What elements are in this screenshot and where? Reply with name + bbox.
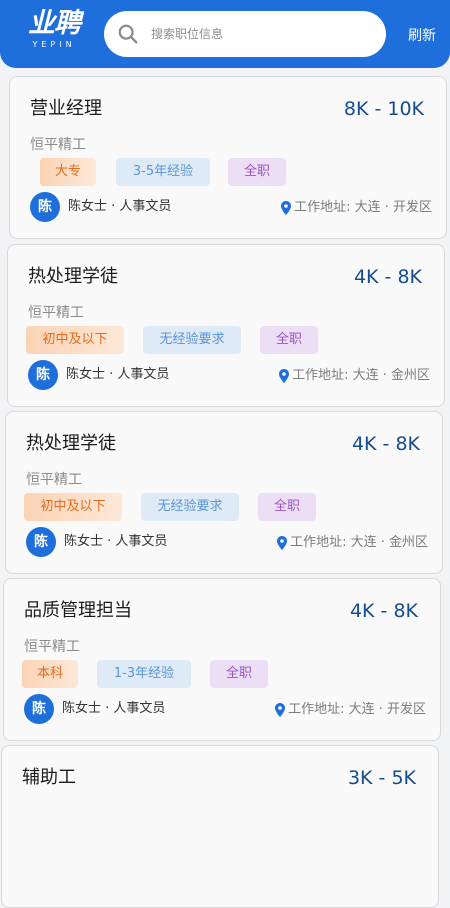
avatar: 陈 (30, 192, 60, 222)
location-pin-icon (275, 703, 286, 717)
recruiter-info: 陈 陈女士 · 人事文员 (28, 360, 169, 390)
job-card[interactable]: 辅助工 3K - 5K (1, 745, 439, 908)
avatar: 陈 (24, 694, 54, 724)
company-name: 恒平精工 (30, 137, 86, 153)
recruiter-info: 陈 陈女士 · 人事文员 (30, 192, 171, 222)
job-card[interactable]: 品质管理担当 4K - 8K 恒平精工本科 1-3年经验 全职 陈 陈女士 · 人事文员… (3, 578, 441, 741)
refresh-button[interactable]: 刷新 (400, 26, 444, 46)
job-title: 辅助工 (22, 767, 76, 788)
job-location: 工作地址: 大连 · 开发区 (275, 700, 426, 720)
job-title: 热处理学徒 (28, 266, 118, 287)
avatar: 陈 (28, 360, 58, 390)
job-salary: 3K - 5K (347, 767, 416, 789)
company-name: 恒平精工 (24, 639, 80, 655)
job-location: 工作地址: 大连 · 金州区 (277, 533, 428, 553)
recruiter-info: 陈 陈女士 · 人事文员 (24, 694, 165, 724)
location-text: 工作地址: 大连 · 开发区 (294, 200, 432, 215)
avatar: 陈 (26, 527, 56, 557)
experience-tag: 无经验要求 (143, 326, 241, 354)
location-pin-icon (279, 369, 290, 383)
education-tag: 大专 (40, 158, 96, 186)
logo-text: 业聘 (28, 8, 81, 39)
job-type-tag: 全职 (228, 158, 286, 186)
search-input[interactable] (151, 19, 371, 49)
job-card[interactable]: 热处理学徒 4K - 8K 恒平精工初中及以下 无经验要求 全职 陈 陈女士 · 人事文… (5, 411, 443, 574)
yepin-logo: 业聘 YEPIN (14, 8, 94, 56)
job-card[interactable]: 营业经理 8K - 10K 恒平精工 大专 3-5年经验 全职 陈 陈女士 · 人事文员 … (9, 76, 447, 239)
job-location: 工作地址: 大连 · 金州区 (279, 366, 430, 386)
job-title: 营业经理 (30, 98, 102, 119)
job-salary: 4K - 8K (351, 433, 420, 455)
experience-tag: 1-3年经验 (97, 660, 191, 688)
recruiter-name: 陈女士 · 人事文员 (66, 367, 170, 382)
job-salary: 8K - 10K (343, 98, 424, 120)
recruiter-name: 陈女士 · 人事文员 (64, 534, 168, 549)
job-salary: 4K - 8K (349, 600, 418, 622)
job-location: 工作地址: 大连 · 开发区 (281, 198, 432, 218)
company-name: 恒平精工 (26, 472, 82, 488)
logo-subtext: YEPIN (32, 40, 76, 49)
job-title: 热处理学徒 (26, 433, 116, 454)
job-card[interactable]: 热处理学徒 4K - 8K 恒平精工初中及以下 无经验要求 全职 陈 陈女士 · 人事文… (7, 244, 445, 407)
company-name: 恒平精工 (28, 305, 84, 321)
location-pin-icon (281, 201, 292, 215)
job-type-tag: 全职 (210, 660, 268, 688)
search-bar[interactable] (104, 11, 386, 57)
experience-tag: 无经验要求 (141, 493, 239, 521)
job-title: 品质管理担当 (24, 600, 132, 621)
location-pin-icon (277, 536, 288, 550)
job-type-tag: 全职 (258, 493, 316, 521)
location-text: 工作地址: 大连 · 金州区 (290, 535, 428, 550)
recruiter-name: 陈女士 · 人事文员 (62, 701, 166, 716)
app-header: 业聘 YEPIN 刷新 (0, 0, 450, 68)
location-text: 工作地址: 大连 · 开发区 (288, 702, 426, 717)
education-tag: 本科 (22, 660, 78, 688)
education-tag: 初中及以下 (26, 326, 124, 354)
location-text: 工作地址: 大连 · 金州区 (292, 368, 430, 383)
job-type-tag: 全职 (260, 326, 318, 354)
recruiter-name: 陈女士 · 人事文员 (68, 199, 172, 214)
experience-tag: 3-5年经验 (116, 158, 210, 186)
education-tag: 初中及以下 (24, 493, 122, 521)
job-salary: 4K - 8K (353, 266, 422, 288)
recruiter-info: 陈 陈女士 · 人事文员 (26, 527, 167, 557)
search-icon (118, 24, 138, 44)
